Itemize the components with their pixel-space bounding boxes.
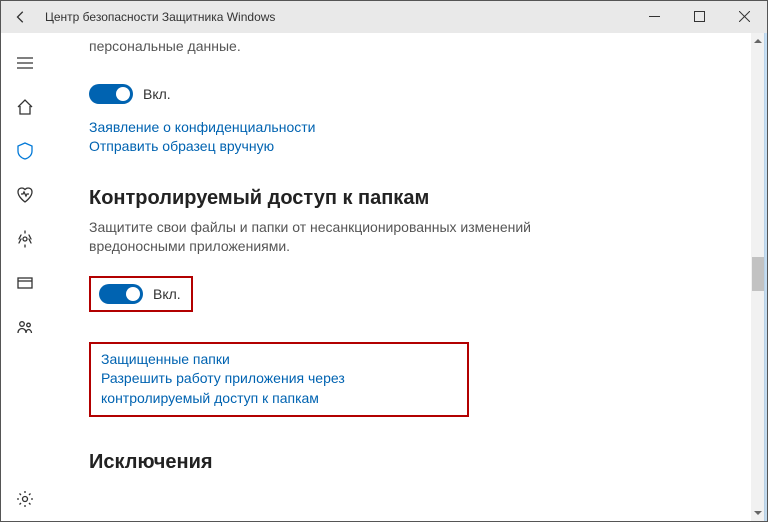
maximize-button[interactable] [677, 1, 722, 33]
hamburger-menu-button[interactable] [1, 41, 49, 85]
minimize-button[interactable] [632, 1, 677, 33]
sidebar-item-app-control[interactable] [1, 261, 49, 305]
sidebar-item-firewall[interactable] [1, 217, 49, 261]
privacy-statement-link[interactable]: Заявление о конфиденциальности [89, 118, 767, 138]
sample-submit-toggle-row: Вкл. [89, 84, 767, 104]
vertical-scrollbar[interactable] [751, 33, 765, 521]
cfa-toggle[interactable] [99, 284, 143, 304]
sidebar-item-settings[interactable] [1, 477, 49, 521]
controlled-folder-access-title: Контролируемый доступ к папкам [89, 187, 767, 210]
app-window: Центр безопасности Защитника Windows [0, 0, 768, 522]
annotation-highlight-toggle: Вкл. [89, 276, 193, 312]
scrollbar-down-arrow-icon[interactable] [751, 505, 765, 521]
exclusions-title: Исключения [89, 451, 767, 474]
submit-sample-link[interactable]: Отправить образец вручную [89, 137, 767, 157]
cloud-sample-desc-trailing: персональные данные. [89, 37, 609, 56]
window-body: персональные данные. Вкл. Заявление о ко… [1, 33, 767, 521]
controlled-folder-access-desc: Защитите свои файлы и папки от несанкцио… [89, 218, 609, 256]
scrollbar-up-arrow-icon[interactable] [751, 33, 765, 49]
window-title: Центр безопасности Защитника Windows [41, 10, 632, 24]
sidebar [1, 33, 49, 521]
cfa-toggle-label: Вкл. [153, 286, 181, 302]
allow-app-cfa-link[interactable]: Разрешить работу приложения через контро… [101, 369, 457, 408]
content-area: персональные данные. Вкл. Заявление о ко… [49, 33, 767, 521]
sample-submit-toggle[interactable] [89, 84, 133, 104]
back-button[interactable] [1, 1, 41, 33]
title-bar: Центр безопасности Защитника Windows [1, 1, 767, 33]
sidebar-item-family[interactable] [1, 305, 49, 349]
scrollbar-thumb[interactable] [752, 257, 764, 291]
protected-folders-link[interactable]: Защищенные папки [101, 350, 457, 370]
sample-submit-toggle-label: Вкл. [143, 86, 171, 102]
window-right-edge-accent [764, 33, 767, 521]
sidebar-item-virus-protection[interactable] [1, 129, 49, 173]
annotation-highlight-links: Защищенные папки Разрешить работу прилож… [89, 342, 469, 417]
sidebar-item-home[interactable] [1, 85, 49, 129]
sidebar-item-device-health[interactable] [1, 173, 49, 217]
close-button[interactable] [722, 1, 767, 33]
